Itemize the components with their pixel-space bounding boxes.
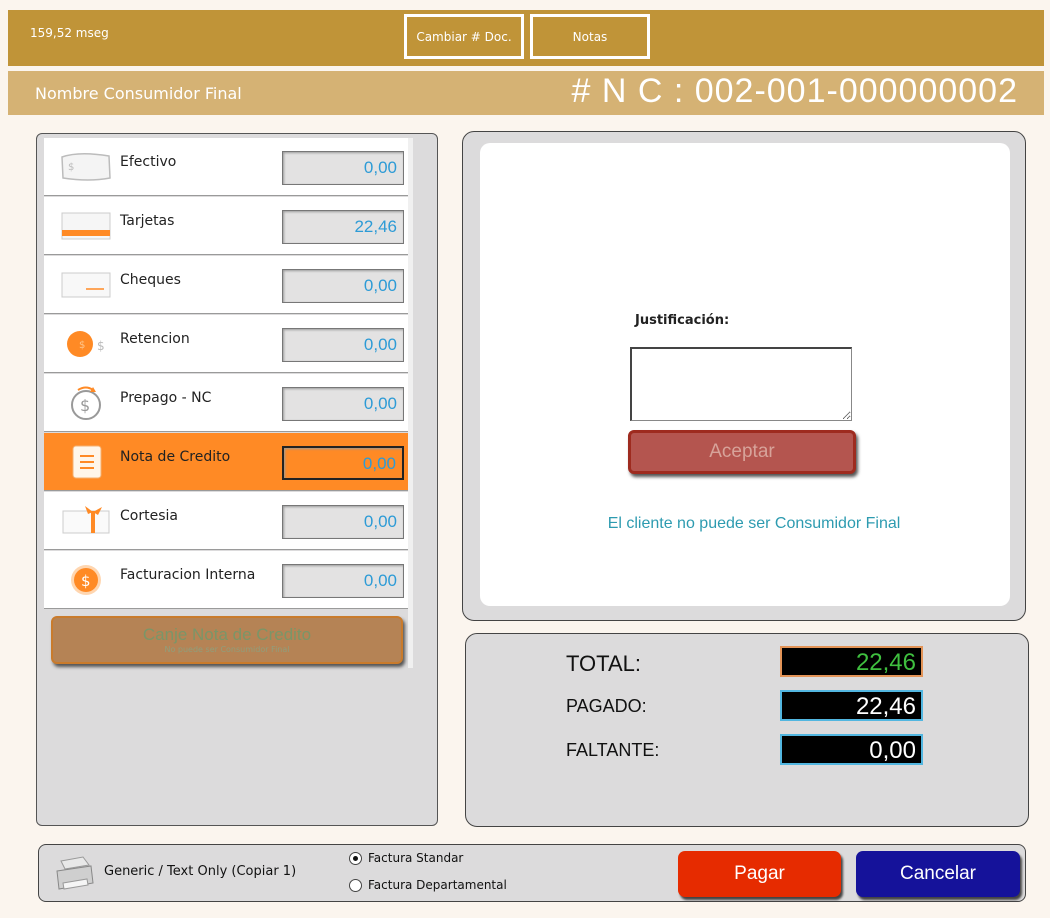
payment-methods-panel: $ Efectivo 0,00 Tarjetas 22,46 Cheques 0… xyxy=(36,133,438,826)
coin-icon: $ $ xyxy=(58,325,114,363)
payment-method-label: Nota de Credito xyxy=(120,449,231,465)
payment-method-label: Facturacion Interna xyxy=(120,567,256,583)
note-icon xyxy=(58,443,114,481)
radio-factura-departamental[interactable]: Factura Departamental xyxy=(349,878,507,892)
payment-amount-field[interactable]: 0,00 xyxy=(282,328,404,362)
radio-factura-standar[interactable]: Factura Standar xyxy=(349,851,463,865)
payment-method-label: Retencion xyxy=(120,331,190,347)
payment-window: 159,52 mseg Cambiar # Doc. Notas Nombre … xyxy=(0,0,1050,918)
total-label: TOTAL: xyxy=(566,651,641,676)
notes-button[interactable]: Notas xyxy=(530,14,650,59)
svg-text:$: $ xyxy=(81,572,91,590)
radio-button[interactable] xyxy=(349,851,362,865)
totals-panel: TOTAL: 22,46 PAGADO: 22,46 FALTANTE: 0,0… xyxy=(465,633,1029,827)
justification-panel: Justificación: Aceptar El cliente no pue… xyxy=(462,131,1026,621)
canje-title: Canje Nota de Credito xyxy=(142,625,312,644)
justification-input[interactable] xyxy=(630,347,852,421)
payment-amount-field[interactable]: 0,00 xyxy=(282,446,404,480)
payment-method-retencion[interactable]: $ $ Retencion 0,00 xyxy=(44,315,408,373)
svg-text:$: $ xyxy=(97,339,105,353)
svg-text:$: $ xyxy=(79,340,85,351)
warning-message: El cliente no puede ser Consumidor Final xyxy=(607,515,901,532)
payment-amount-field[interactable]: 0,00 xyxy=(282,564,404,598)
payment-method-label: Tarjetas xyxy=(120,213,175,229)
payment-methods-list: $ Efectivo 0,00 Tarjetas 22,46 Cheques 0… xyxy=(44,138,408,610)
pay-button[interactable]: Pagar xyxy=(678,851,841,897)
payment-amount-field[interactable]: 0,00 xyxy=(282,505,404,539)
payment-method-cheques[interactable]: Cheques 0,00 xyxy=(44,256,408,314)
payment-method-label: Cheques xyxy=(120,272,181,288)
top-bar: 159,52 mseg Cambiar # Doc. Notas xyxy=(8,10,1044,66)
cancel-button[interactable]: Cancelar xyxy=(856,851,1020,897)
dollar-coin-icon: $ xyxy=(58,561,114,599)
payment-method-cortesia[interactable]: Cortesia 0,00 xyxy=(44,492,408,550)
paid-label: PAGADO: xyxy=(566,696,647,716)
printer-name: Generic / Text Only (Copiar 1) xyxy=(104,864,297,879)
refund-coin-icon: $ xyxy=(58,384,114,422)
payment-amount-field[interactable]: 0,00 xyxy=(282,269,404,303)
canje-subtitle: No puede ser Consumidor Final xyxy=(164,645,290,654)
missing-label: FALTANTE: xyxy=(566,740,660,760)
payment-method-tarjetas[interactable]: Tarjetas 22,46 xyxy=(44,197,408,255)
timing-readout: 159,52 mseg xyxy=(30,26,109,40)
payment-method-label: Prepago - NC xyxy=(120,390,212,406)
payment-amount-field[interactable]: 0,00 xyxy=(282,151,404,185)
payment-method-nota-de-credito[interactable]: Nota de Credito 0,00 xyxy=(44,433,408,491)
doc-number: # N C : 002-001-000000002 xyxy=(571,72,1018,110)
scrollbar[interactable] xyxy=(408,138,413,668)
canje-nota-credito-button[interactable]: Canje Nota de Credito No puede ser Consu… xyxy=(51,616,403,664)
payment-method-facturacion-interna[interactable]: $ Facturacion Interna 0,00 xyxy=(44,551,408,609)
justification-label: Justificación: xyxy=(635,313,730,328)
cash-icon: $ xyxy=(58,148,114,186)
paid-value: 22,46 xyxy=(780,690,923,721)
svg-text:$: $ xyxy=(80,396,90,415)
payment-method-efectivo[interactable]: $ Efectivo 0,00 xyxy=(44,138,408,196)
doc-header: Nombre Consumidor Final # N C : 002-001-… xyxy=(8,71,1044,115)
missing-value: 0,00 xyxy=(780,734,923,765)
payment-method-label: Efectivo xyxy=(120,154,177,170)
payment-amount-field[interactable]: 0,00 xyxy=(282,387,404,421)
justification-area: Justificación: Aceptar El cliente no pue… xyxy=(480,143,1010,606)
payment-amount-field[interactable]: 22,46 xyxy=(282,210,404,244)
radio-label: Factura Standar xyxy=(368,851,464,865)
total-value: 22,46 xyxy=(780,646,923,677)
payment-method-prepago-nc[interactable]: $ Prepago - NC 0,00 xyxy=(44,374,408,432)
payment-method-label: Cortesia xyxy=(120,508,178,524)
accept-button[interactable]: Aceptar xyxy=(628,430,856,474)
consumer-name: Nombre Consumidor Final xyxy=(35,84,242,103)
gift-icon xyxy=(58,502,114,540)
printer-icon xyxy=(53,855,97,893)
card-icon xyxy=(58,207,114,245)
bottom-bar: Generic / Text Only (Copiar 1) Factura S… xyxy=(38,844,1026,902)
change-doc-button[interactable]: Cambiar # Doc. xyxy=(404,14,524,59)
check-icon xyxy=(58,266,114,304)
radio-selected-dot xyxy=(353,855,358,861)
radio-button[interactable] xyxy=(349,878,362,892)
radio-label: Factura Departamental xyxy=(368,878,507,892)
svg-text:$: $ xyxy=(68,162,74,173)
